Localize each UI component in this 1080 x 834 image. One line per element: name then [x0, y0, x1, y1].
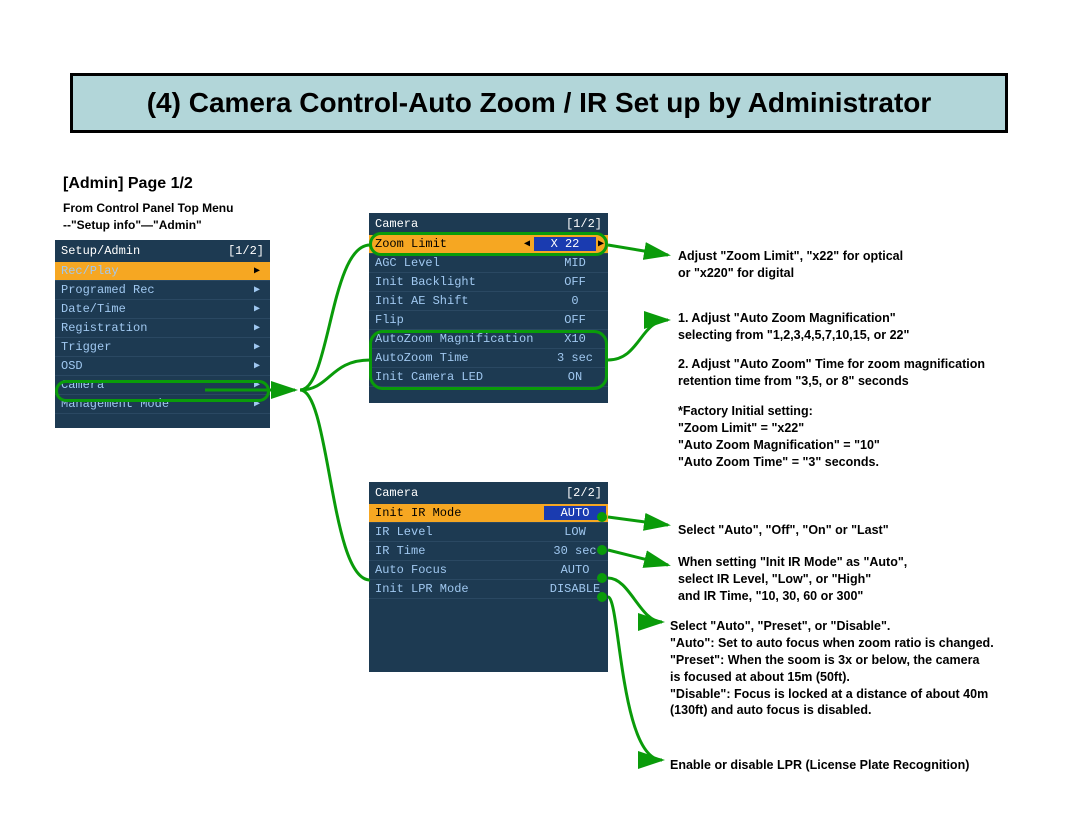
- row-label: Init Backlight: [375, 275, 542, 289]
- panel-header: Camera [1/2]: [369, 213, 608, 235]
- menu-row-registration[interactable]: Registration▶: [55, 319, 270, 338]
- row-label: Init AE Shift: [375, 294, 542, 308]
- chevron-right-icon: ▶: [252, 341, 262, 353]
- menu-row-init-backlight[interactable]: Init BacklightOFF: [369, 273, 608, 292]
- row-label: Camera: [61, 378, 252, 392]
- menu-row-management-mode[interactable]: Management Mode▶: [55, 395, 270, 414]
- panel-rows: Zoom Limit◀X 22▶AGC LevelMIDInit Backlig…: [369, 235, 608, 387]
- menu-row-ir-time[interactable]: IR Time30 sec: [369, 542, 608, 561]
- chevron-right-icon: ▶: [252, 284, 262, 296]
- row-label: Auto Focus: [375, 563, 542, 577]
- row-label: Init Camera LED: [375, 370, 542, 384]
- row-label: Rec/Play: [61, 264, 252, 278]
- menu-row-zoom-limit[interactable]: Zoom Limit◀X 22▶: [369, 235, 608, 254]
- camera-panel-1: Camera [1/2] Zoom Limit◀X 22▶AGC LevelMI…: [369, 213, 608, 403]
- title-banner: (4) Camera Control-Auto Zoom / IR Set up…: [70, 73, 1008, 133]
- menu-row-osd[interactable]: OSD▶: [55, 357, 270, 376]
- menu-row-programed-rec[interactable]: Programed Rec▶: [55, 281, 270, 300]
- chevron-right-icon: ▶: [252, 398, 262, 410]
- row-value: MID: [544, 256, 606, 270]
- menu-row-init-lpr-mode[interactable]: Init LPR ModeDISABLE: [369, 580, 608, 599]
- row-label: Management Mode: [61, 397, 252, 411]
- row-value: X10: [544, 332, 606, 346]
- row-value: 30 sec: [544, 544, 606, 558]
- row-label: Init LPR Mode: [375, 582, 542, 596]
- row-label: Date/Time: [61, 302, 252, 316]
- row-label: IR Level: [375, 525, 542, 539]
- row-value: DISABLE: [544, 582, 606, 596]
- anno-lpr: Enable or disable LPR (License Plate Rec…: [670, 757, 969, 774]
- menu-row-autozoom-magnification[interactable]: AutoZoom MagnificationX10: [369, 330, 608, 349]
- row-value: 3 sec: [544, 351, 606, 365]
- row-label: AGC Level: [375, 256, 542, 270]
- row-label: Registration: [61, 321, 252, 335]
- panel-page: [1/2]: [566, 217, 602, 231]
- menu-row-agc-level[interactable]: AGC LevelMID: [369, 254, 608, 273]
- chevron-right-icon: ▶: [252, 379, 262, 391]
- panel-header: Setup/Admin [1/2]: [55, 240, 270, 262]
- row-label: Init IR Mode: [375, 506, 542, 520]
- row-label: OSD: [61, 359, 252, 373]
- panel-rows: Rec/Play▶Programed Rec▶Date/Time▶Registr…: [55, 262, 270, 414]
- menu-row-autozoom-time[interactable]: AutoZoom Time3 sec: [369, 349, 608, 368]
- row-value: ON: [544, 370, 606, 384]
- panel-page: [2/2]: [566, 486, 602, 500]
- chevron-right-icon: ▶: [252, 360, 262, 372]
- menu-row-flip[interactable]: FlipOFF: [369, 311, 608, 330]
- panel-title: Setup/Admin: [61, 244, 140, 258]
- anno-autofocus: Select "Auto", "Preset", or "Disable"."A…: [670, 618, 994, 719]
- anno-ir-level: When setting "Init IR Mode" as "Auto",se…: [678, 554, 907, 605]
- row-value: AUTO: [544, 563, 606, 577]
- setup-admin-panel: Setup/Admin [1/2] Rec/Play▶Programed Rec…: [55, 240, 270, 428]
- anno-autozoom-mag: 1. Adjust "Auto Zoom Magnification"selec…: [678, 310, 909, 344]
- menu-row-trigger[interactable]: Trigger▶: [55, 338, 270, 357]
- chevron-right-icon: ▶: [252, 322, 262, 334]
- row-label: Trigger: [61, 340, 252, 354]
- chevron-left-icon: ◀: [522, 238, 532, 250]
- row-value: AUTO: [544, 506, 606, 520]
- row-value: OFF: [544, 275, 606, 289]
- chevron-right-icon: ▶: [596, 238, 606, 250]
- panel-page: [1/2]: [228, 244, 264, 258]
- camera-panel-2: Camera [2/2] Init IR ModeAUTOIR LevelLOW…: [369, 482, 608, 672]
- menu-row-camera[interactable]: Camera▶: [55, 376, 270, 395]
- row-label: Flip: [375, 313, 542, 327]
- menu-row-ir-level[interactable]: IR LevelLOW: [369, 523, 608, 542]
- sub-label-line1: From Control Panel Top Menu: [63, 201, 233, 215]
- row-label: AutoZoom Magnification: [375, 332, 542, 346]
- row-label: Programed Rec: [61, 283, 252, 297]
- row-value: 0: [544, 294, 606, 308]
- row-label: IR Time: [375, 544, 542, 558]
- menu-row-init-camera-led[interactable]: Init Camera LEDON: [369, 368, 608, 387]
- row-value: OFF: [544, 313, 606, 327]
- row-label: Zoom Limit: [375, 237, 522, 251]
- anno-autozoom-time: 2. Adjust "Auto Zoom" Time for zoom magn…: [678, 356, 985, 390]
- anno-ir-mode: Select "Auto", "Off", "On" or "Last": [678, 522, 889, 539]
- chevron-right-icon: ▶: [252, 303, 262, 315]
- menu-row-date-time[interactable]: Date/Time▶: [55, 300, 270, 319]
- row-label: AutoZoom Time: [375, 351, 542, 365]
- anno-zoom-limit: Adjust "Zoom Limit", "x22" for opticalor…: [678, 248, 903, 282]
- sub-label-line2: --"Setup info"—"Admin": [63, 218, 202, 232]
- panel-title: Camera: [375, 486, 418, 500]
- panel-title: Camera: [375, 217, 418, 231]
- panel-header: Camera [2/2]: [369, 482, 608, 504]
- menu-row-rec-play[interactable]: Rec/Play▶: [55, 262, 270, 281]
- row-value: LOW: [544, 525, 606, 539]
- row-value: X 22: [534, 237, 596, 251]
- anno-factory: *Factory Initial setting:"Zoom Limit" = …: [678, 403, 880, 471]
- title-text: (4) Camera Control-Auto Zoom / IR Set up…: [147, 87, 932, 119]
- menu-row-init-ae-shift[interactable]: Init AE Shift0: [369, 292, 608, 311]
- panel-rows: Init IR ModeAUTOIR LevelLOWIR Time30 sec…: [369, 504, 608, 599]
- menu-row-auto-focus[interactable]: Auto FocusAUTO: [369, 561, 608, 580]
- sub-label: From Control Panel Top Menu --"Setup inf…: [63, 200, 233, 234]
- chevron-right-icon: ▶: [252, 265, 262, 277]
- menu-row-init-ir-mode[interactable]: Init IR ModeAUTO: [369, 504, 608, 523]
- page-label: [Admin] Page 1/2: [63, 175, 193, 193]
